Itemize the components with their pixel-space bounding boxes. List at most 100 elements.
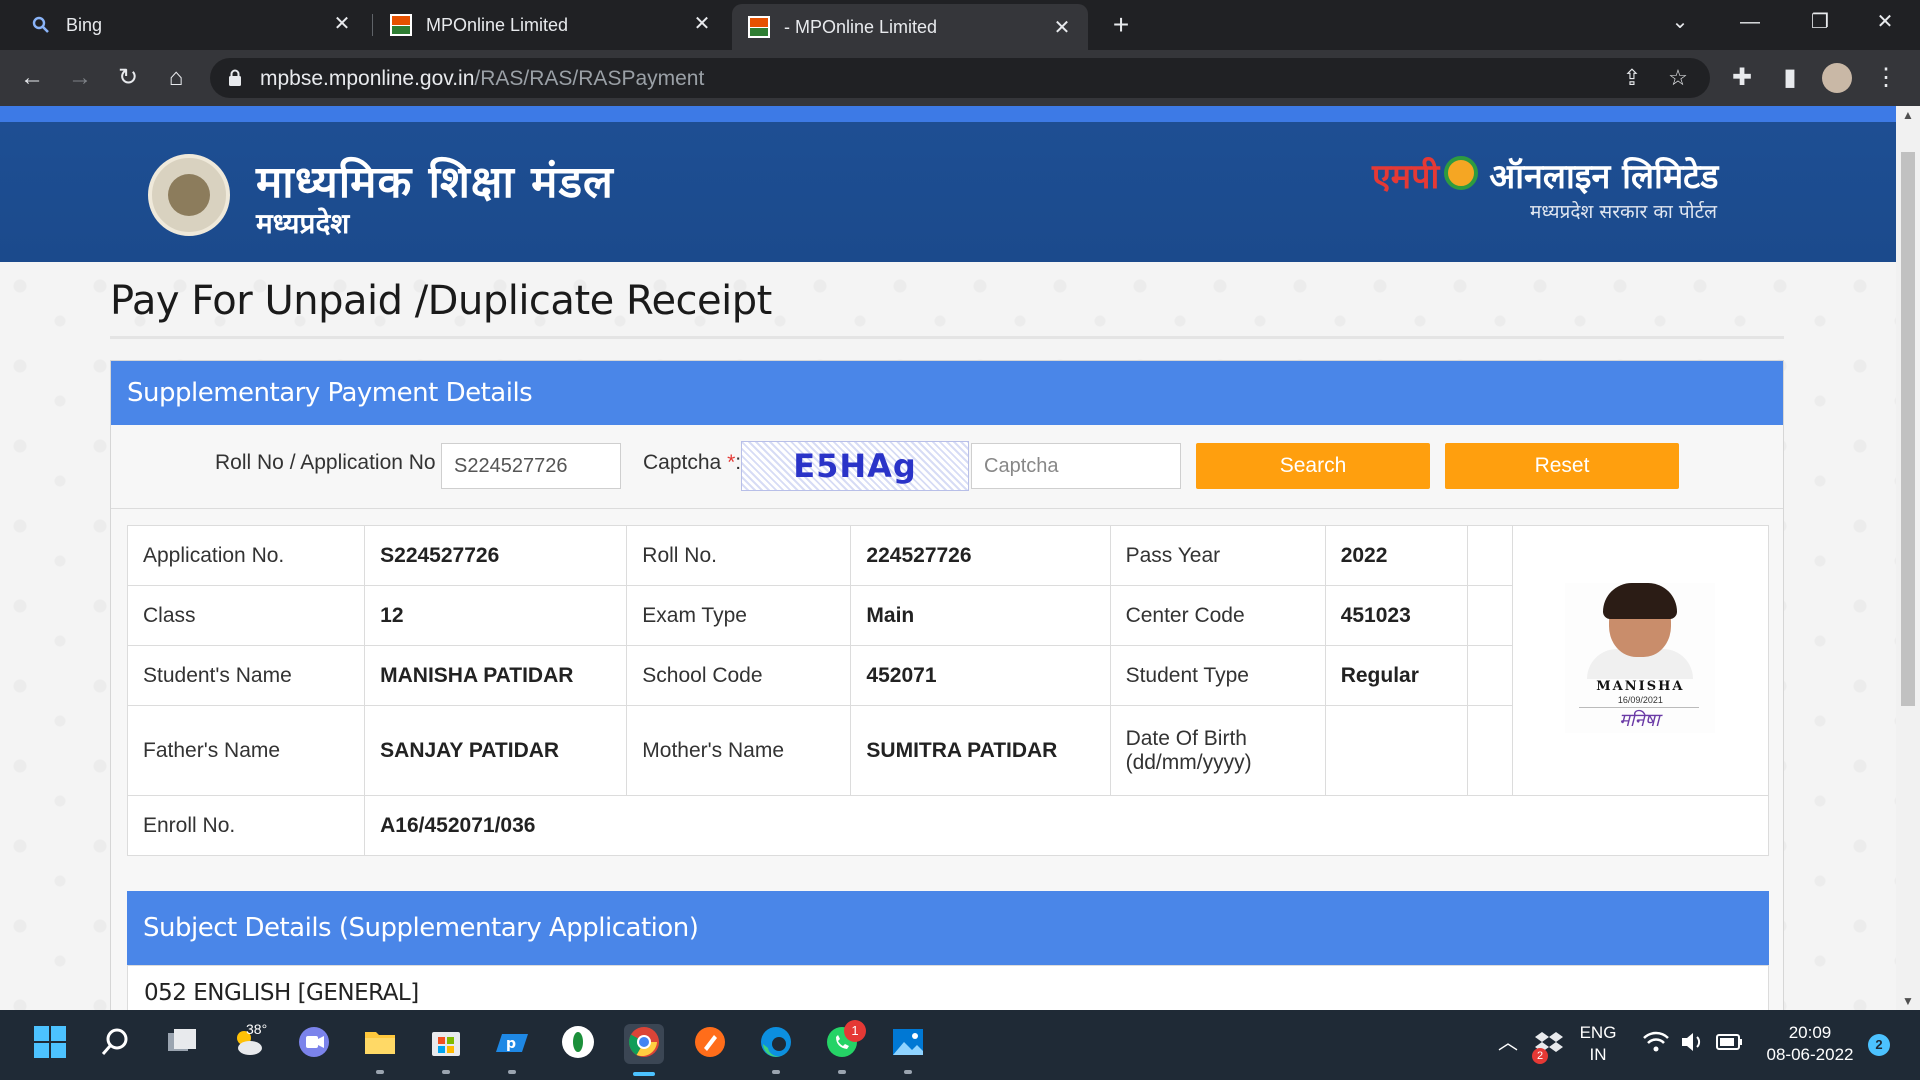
page-scrollbar[interactable]: ▲ ▼: [1896, 106, 1920, 1010]
profile-avatar[interactable]: [1822, 63, 1852, 93]
student-type-value: Regular: [1324, 645, 1468, 706]
pass-year-value: 2022: [1324, 525, 1468, 586]
start-windows-icon[interactable]: [30, 1024, 70, 1064]
table-label: Mother's Name: [626, 705, 852, 796]
teams-chat-icon[interactable]: [294, 1024, 334, 1064]
close-window-button[interactable]: ✕: [1850, 0, 1920, 44]
share-icon[interactable]: ⇪: [1620, 66, 1644, 90]
edge-icon[interactable]: [756, 1024, 796, 1064]
scroll-up-arrow-icon[interactable]: ▲: [1896, 106, 1920, 124]
file-explorer-icon[interactable]: [360, 1024, 400, 1064]
weather-temp: 38°: [246, 1021, 268, 1037]
notification-count-badge[interactable]: 2: [1868, 1034, 1890, 1056]
tray-overflow-chevron-icon[interactable]: ︿: [1498, 1032, 1518, 1054]
table-label: Class: [126, 585, 366, 646]
table-label: School Code: [626, 645, 852, 706]
tab-title: Bing: [66, 14, 103, 35]
page-viewport: माध्यमिक शिक्षा मंडल मध्यप्रदेश एमपी ऑनला…: [0, 106, 1896, 1010]
tab-search-chevron-icon[interactable]: ⌄: [1645, 0, 1715, 44]
captcha-image: E5HAg: [741, 441, 969, 491]
clock-date: 08-06-2022: [1766, 1045, 1854, 1064]
pen-app-icon[interactable]: [690, 1024, 730, 1064]
empty-cell: [1466, 525, 1513, 586]
side-panel-icon[interactable]: ▮: [1774, 62, 1806, 94]
table-label: Exam Type: [626, 585, 852, 646]
new-tab-button[interactable]: +: [1106, 10, 1136, 40]
chrome-icon[interactable]: [624, 1024, 664, 1064]
banner-top-strip: [0, 106, 1896, 122]
close-tab-icon[interactable]: ✕: [330, 12, 354, 36]
subject-row: 052 ENGLISH [GENERAL]: [127, 965, 1769, 1010]
lock-icon: [229, 69, 241, 86]
svg-text:p: p: [506, 1036, 516, 1052]
microsoft-store-icon[interactable]: [426, 1024, 466, 1064]
class-value: 12: [364, 585, 628, 646]
payment-details-panel: Supplementary Payment Details Roll No / …: [110, 360, 1784, 1010]
board-name: माध्यमिक शिक्षा मंडल: [256, 157, 614, 208]
address-bar[interactable]: mpbse.mponline.gov.in/RAS/RAS/RASPayment…: [210, 58, 1710, 98]
url-text: mpbse.mponline.gov.in/RAS/RAS/RASPayment: [260, 67, 705, 90]
restore-button[interactable]: ❐: [1785, 0, 1855, 44]
volume-icon[interactable]: [1672, 1024, 1712, 1064]
tab-title: MPOnline Limited: [426, 14, 569, 35]
site-banner: माध्यमिक शिक्षा मंडल मध्यप्रदेश एमपी ऑनला…: [0, 106, 1896, 262]
wifi-icon[interactable]: [1636, 1024, 1676, 1064]
windows-taskbar: 38° p 1 ︿ 2 ENG IN 20:09 08-06-2022 2: [0, 1010, 1920, 1080]
subject-name: 052 ENGLISH [GENERAL]: [144, 980, 419, 1006]
school-code-value: 452071: [850, 645, 1111, 706]
captcha-input[interactable]: [971, 443, 1181, 489]
dob-value: [1324, 705, 1468, 796]
roll-no-value: 224527726: [850, 525, 1111, 586]
search-button[interactable]: Search: [1196, 443, 1430, 489]
table-label: Application No.: [126, 525, 366, 586]
back-icon[interactable]: ←: [16, 62, 48, 94]
tab-mponline-active[interactable]: - MPOnline Limited ✕: [732, 4, 1088, 50]
table-row: Enroll No. A16/452071/036: [126, 795, 1769, 856]
close-tab-icon[interactable]: ✕: [1050, 16, 1074, 40]
app-leaf-icon[interactable]: [558, 1024, 598, 1064]
roll-no-input[interactable]: [441, 443, 621, 489]
close-tab-icon[interactable]: ✕: [690, 12, 714, 36]
photos-icon[interactable]: [888, 1024, 928, 1064]
center-code-value: 451023: [1324, 585, 1468, 646]
empty-cell: [1466, 705, 1513, 796]
forward-icon[interactable]: →: [64, 62, 96, 94]
menu-kebab-icon[interactable]: ⋮: [1870, 62, 1902, 94]
tab-mponline-1[interactable]: MPOnline Limited ✕: [374, 0, 728, 50]
language-indicator[interactable]: ENG IN: [1576, 1022, 1620, 1066]
student-details-table: Application No. S224527726 Roll No. 2245…: [126, 525, 1770, 856]
panel-heading: Supplementary Payment Details: [111, 361, 1783, 425]
board-emblem-logo: [148, 154, 230, 236]
photo-date-text: 16/09/2021: [1617, 694, 1663, 705]
whatsapp-badge: 1: [844, 1020, 866, 1042]
extensions-icon[interactable]: ✚: [1726, 62, 1758, 94]
captcha-label: Captcha *:: [643, 451, 742, 474]
table-label: Father's Name: [126, 705, 366, 796]
mponline-favicon-icon: [390, 14, 412, 36]
clock[interactable]: 20:09 08-06-2022: [1752, 1022, 1868, 1066]
remote-app-icon[interactable]: p: [492, 1024, 532, 1064]
scroll-down-arrow-icon[interactable]: ▼: [1896, 992, 1920, 1010]
task-view-icon[interactable]: [162, 1024, 202, 1064]
mponline-tagline: मध्यप्रदेश सरकार का पोर्टल: [1530, 201, 1718, 223]
student-photo-cell: MANISHA 16/09/2021 मनिषा: [1511, 525, 1770, 796]
page-title: Pay For Unpaid /Duplicate Receipt: [110, 278, 772, 324]
tab-bing[interactable]: Bing ✕: [14, 0, 368, 50]
home-icon[interactable]: ⌂: [160, 62, 192, 94]
reset-button[interactable]: Reset: [1445, 443, 1679, 489]
mother-name-value: SUMITRA PATIDAR: [850, 705, 1111, 796]
enroll-no-value: A16/452071/036: [364, 795, 1769, 856]
search-icon[interactable]: [96, 1024, 136, 1064]
bookmark-star-icon[interactable]: ☆: [1666, 66, 1690, 90]
minimize-button[interactable]: —: [1715, 0, 1785, 44]
search-form: Roll No / Application No *: Captcha *: E…: [111, 425, 1783, 509]
dob-label: Date Of Birth (dd/mm/yyyy): [1109, 705, 1326, 796]
board-state: मध्यप्रदेश: [256, 207, 350, 240]
reload-icon[interactable]: ↻: [112, 62, 144, 94]
table-label: Student's Name: [126, 645, 366, 706]
application-no-value: S224527726: [364, 525, 628, 586]
table-label: Student Type: [1109, 645, 1326, 706]
battery-icon[interactable]: [1708, 1024, 1748, 1064]
scrollbar-thumb[interactable]: [1901, 152, 1915, 706]
student-photo: MANISHA 16/09/2021 मनिषा: [1565, 582, 1716, 733]
